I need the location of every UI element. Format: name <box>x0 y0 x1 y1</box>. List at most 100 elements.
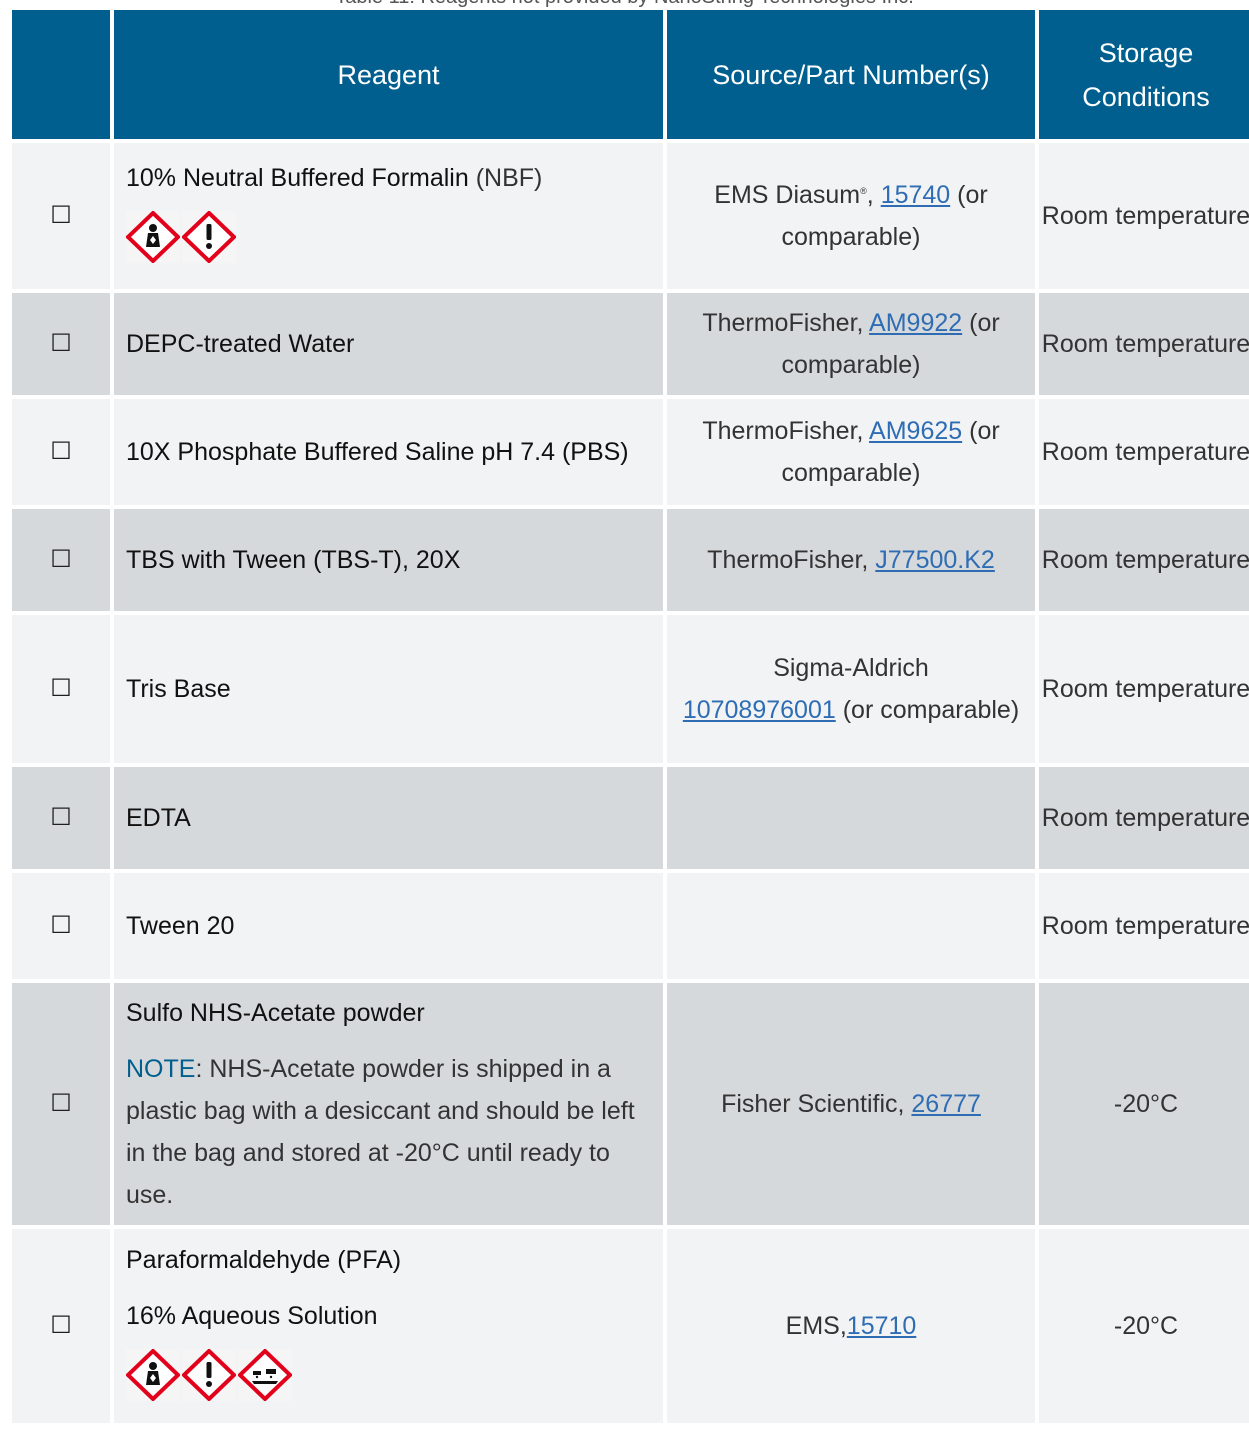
storage-conditions: Room temperature <box>1041 202 1249 230</box>
reagent-name-main: TBS with Tween (TBS-T), 20X <box>126 546 461 574</box>
table-row: ☐ Sulfo NHS-Acetate powder NOTE: NHS-Aceta… <box>12 983 1249 1225</box>
header-reagent: Reagent <box>114 10 663 139</box>
storage-cell: Room temperature <box>1039 873 1249 979</box>
header-storage-line2: Conditions <box>1082 81 1210 112</box>
storage-cell: Room temperature <box>1039 143 1249 289</box>
reagent-cell: Paraformaldehyde (PFA) 16% Aqueous Soluti… <box>114 1229 663 1423</box>
reagent-name: 10X Phosphate Buffered Saline pH 7.4 (PB… <box>126 431 653 473</box>
table-row: ☐ Tris Base Sigma-Aldrich 10708976001 (or c… <box>12 615 1249 763</box>
table-header-row: Reagent Source/Part Number(s) Storage Co… <box>12 10 1249 139</box>
reagent-name-main: 10X Phosphate Buffered Saline pH 7.4 (PB… <box>126 438 629 466</box>
storage-cell: Room temperature <box>1039 615 1249 763</box>
storage-cell: Room temperature <box>1039 767 1249 869</box>
reagent-note: NOTE: NHS-Acetate powder is shipped in a… <box>126 1048 653 1216</box>
header-storage-line1: Storage <box>1098 37 1194 68</box>
row-checkbox[interactable]: ☐ <box>12 399 110 505</box>
checkbox-glyph[interactable]: ☐ <box>50 912 72 939</box>
storage-cell: -20°C <box>1039 1229 1249 1423</box>
source-vendor: Sigma-Aldrich <box>773 654 929 682</box>
row-checkbox[interactable]: ☐ <box>12 1229 110 1423</box>
header-checkbox <box>12 10 110 139</box>
reagent-name: DEPC-treated Water <box>126 323 653 365</box>
note-label: NOTE <box>126 1055 196 1083</box>
checkbox-glyph[interactable]: ☐ <box>50 804 72 831</box>
source-cell: Fisher Scientific, 26777 <box>667 983 1035 1225</box>
reagent-cell: Tween 20 <box>114 873 663 979</box>
storage-conditions: Room temperature <box>1041 804 1249 832</box>
reagent-name-suffix: (NBF) <box>475 163 543 192</box>
storage-conditions: Room temperature <box>1041 675 1249 703</box>
source-cell <box>667 767 1035 869</box>
registered-mark: ® <box>860 186 867 196</box>
health-hazard-icon <box>125 209 181 276</box>
header-source: Source/Part Number(s) <box>667 10 1035 139</box>
table-row: ☐ DEPC-treated Water ThermoFisher, AM9922 … <box>12 293 1249 395</box>
checkbox-glyph[interactable]: ☐ <box>50 438 72 465</box>
checkbox-glyph[interactable]: ☐ <box>50 202 72 229</box>
reagent-name-main: Paraformaldehyde (PFA) <box>126 1245 402 1274</box>
checkbox-glyph[interactable]: ☐ <box>50 546 72 573</box>
reagent-name: Sulfo NHS-Acetate powder <box>126 992 653 1034</box>
reagent-cell: EDTA <box>114 767 663 869</box>
row-checkbox[interactable]: ☐ <box>12 767 110 869</box>
row-checkbox[interactable]: ☐ <box>12 293 110 395</box>
source-suffix: (or comparable) <box>835 696 1020 724</box>
reagent-name: TBS with Tween (TBS-T), 20X <box>126 539 653 581</box>
table-row: ☐ TBS with Tween (TBS-T), 20X ThermoFisher… <box>12 509 1249 611</box>
reagent-cell: Tris Base <box>114 615 663 763</box>
note-text: : NHS-Acetate powder is shipped in a pla… <box>126 1055 635 1209</box>
row-checkbox[interactable]: ☐ <box>12 615 110 763</box>
part-number-link[interactable]: 15710 <box>847 1312 917 1340</box>
row-checkbox[interactable]: ☐ <box>12 143 110 289</box>
source-separator: , <box>866 181 881 209</box>
checkbox-glyph[interactable]: ☐ <box>50 330 72 357</box>
source-vendor: EMS, <box>785 1312 847 1340</box>
part-number-link[interactable]: 10708976001 <box>683 696 836 724</box>
reagent-name-main: Tween 20 <box>126 912 235 940</box>
storage-cell: Room temperature <box>1039 293 1249 395</box>
health-hazard-icon <box>125 1347 181 1414</box>
reagent-name: 10% Neutral Buffered Formalin (NBF) <box>126 157 653 199</box>
source-vendor: ThermoFisher, <box>702 309 870 337</box>
storage-cell: Room temperature <box>1039 399 1249 505</box>
reagent-name-main: DEPC-treated Water <box>126 330 355 358</box>
row-checkbox[interactable]: ☐ <box>12 983 110 1225</box>
reagent-name: Paraformaldehyde (PFA) <box>126 1239 653 1281</box>
reagent-cell: DEPC-treated Water <box>114 293 663 395</box>
hazard-icons <box>125 1347 653 1414</box>
source-cell: ThermoFisher, AM9922 (or comparable) <box>667 293 1035 395</box>
exclamation-hazard-icon <box>181 1347 237 1414</box>
part-number-link[interactable]: 26777 <box>911 1090 981 1118</box>
reagent-name-main: Sulfo NHS-Acetate powder <box>126 999 425 1027</box>
row-checkbox[interactable]: ☐ <box>12 509 110 611</box>
exclamation-hazard-icon <box>181 209 237 276</box>
reagent-name: EDTA <box>126 797 653 839</box>
table-row: ☐ 10X Phosphate Buffered Saline pH 7.4 (P… <box>12 399 1249 505</box>
part-number-link[interactable]: J77500.K2 <box>875 546 995 574</box>
table-row: ☐ 10% Neutral Buffered Formalin (NBF) EMS … <box>12 143 1249 289</box>
row-checkbox[interactable]: ☐ <box>12 873 110 979</box>
storage-conditions: Room temperature <box>1041 330 1249 358</box>
reagent-cell: Sulfo NHS-Acetate powder NOTE: NHS-Acetat… <box>114 983 663 1225</box>
reagent-cell: 10% Neutral Buffered Formalin (NBF) <box>114 143 663 289</box>
reagent-name-main: Tris Base <box>126 675 231 703</box>
source-vendor: Fisher Scientific, <box>721 1090 912 1118</box>
source-cell: EMS,15710 <box>667 1229 1035 1423</box>
checkbox-glyph[interactable]: ☐ <box>50 675 72 702</box>
part-number-link[interactable]: 15740 <box>881 181 951 209</box>
part-number-link[interactable]: AM9922 <box>869 309 962 337</box>
checkbox-glyph[interactable]: ☐ <box>50 1090 72 1117</box>
reagent-name: Tris Base <box>126 668 653 710</box>
reagents-table: Reagent Source/Part Number(s) Storage Co… <box>8 6 1249 1427</box>
source-cell: EMS Diasum®, 15740 (or comparable) <box>667 143 1035 289</box>
checkbox-glyph[interactable]: ☐ <box>50 1312 72 1339</box>
source-cell: ThermoFisher, AM9625 (or comparable) <box>667 399 1035 505</box>
storage-conditions: -20°C <box>1113 1090 1179 1118</box>
table-row: ☐ Paraformaldehyde (PFA) 16% Aqueous Solut… <box>12 1229 1249 1423</box>
storage-cell: Room temperature <box>1039 509 1249 611</box>
table-row: ☐ Tween 20 Room temperature <box>12 873 1249 979</box>
source-vendor: ThermoFisher, <box>702 417 870 445</box>
reagent-name-main: EDTA <box>126 804 191 832</box>
part-number-link[interactable]: AM9625 <box>869 417 962 445</box>
